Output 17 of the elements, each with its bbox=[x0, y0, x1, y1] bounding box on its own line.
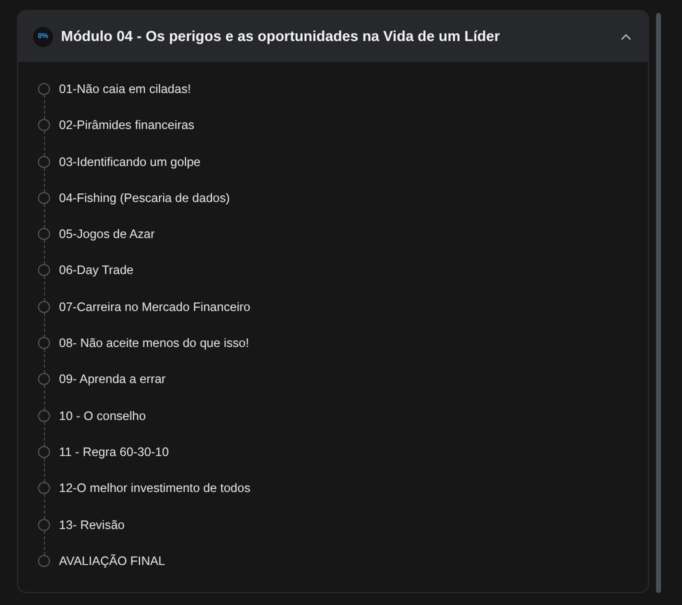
lesson-link[interactable]: 01-Não caia em ciladas! bbox=[59, 81, 191, 97]
lesson-link[interactable]: 07-Carreira no Mercado Financeiro bbox=[59, 298, 250, 315]
lesson-link[interactable]: 06-Day Trade bbox=[59, 262, 134, 278]
lesson-link[interactable]: 12-O melhor investimento de todos bbox=[59, 480, 250, 496]
chevron-up-icon[interactable] bbox=[621, 34, 631, 40]
scrollbar[interactable] bbox=[656, 13, 661, 593]
lesson-link[interactable]: 04-Fishing (Pescaria de dados) bbox=[59, 190, 230, 206]
lesson-link[interactable]: AVALIAÇÃO FINAL bbox=[59, 552, 166, 569]
module-title: Módulo 04 - Os perigos e as oportunidades na Vida de um Líder bbox=[61, 28, 501, 44]
lesson-link[interactable]: 13- Revisão bbox=[59, 516, 125, 533]
lesson-link[interactable]: 02-Pirâmides financeiras bbox=[59, 117, 194, 134]
lesson-link[interactable]: 09- Aprenda a errar bbox=[59, 371, 166, 388]
lesson-link[interactable]: 10 - O conselho bbox=[59, 408, 146, 424]
lesson-link[interactable]: 08- Não aceite menos do que isso! bbox=[59, 335, 250, 352]
lesson-link[interactable]: 11 - Regra 60-30-10 bbox=[59, 444, 169, 460]
lesson-link[interactable]: 05-Jogos de Azar bbox=[59, 226, 155, 242]
lesson-link[interactable]: 03-Identificando um golpe bbox=[59, 154, 201, 170]
